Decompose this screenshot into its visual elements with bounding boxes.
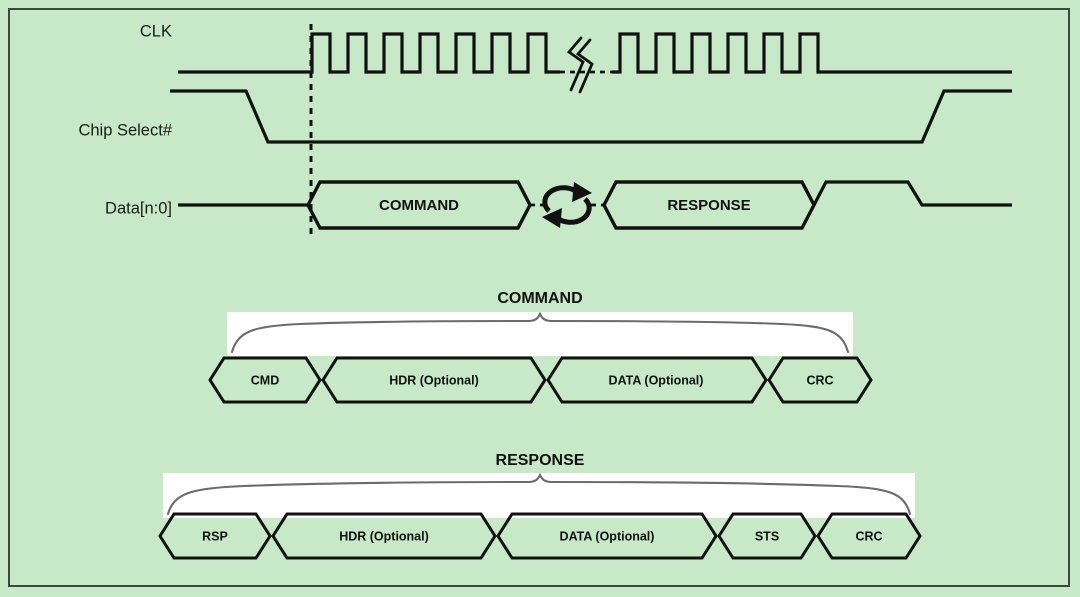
command-segment-crc-label: CRC [806,373,833,387]
response-segment-hdr-label: HDR (Optional) [339,529,429,543]
clk-waveform [178,32,560,74]
response-segment-sts-label: STS [755,529,779,543]
signal-label-data-bus: Data[n:0] [105,199,172,217]
response-segment-data-label: DATA (Optional) [560,529,655,543]
response-bus-label: RESPONSE [667,197,750,214]
signal-label-clk: CLK [140,22,172,40]
clk-break-zigzag-icon [566,36,585,92]
response-group-title: RESPONSE [496,452,585,469]
chip-select-waveform [170,89,1012,144]
diagram-canvas: CLK Chip Select# Data[n:0] COMMAND RESPO… [78,22,1012,560]
command-segment-cmd-label: CMD [251,373,279,387]
command-group-title: COMMAND [497,290,582,307]
command-segment-row: CMD HDR (Optional) DATA (Optional) CRC [208,356,873,404]
signal-label-chip-select: Chip Select# [78,121,172,139]
command-bus-label: COMMAND [379,197,459,214]
command-brace-band [227,312,853,356]
response-segment-crc-label: CRC [855,529,882,543]
response-segment-rsp-label: RSP [202,529,228,543]
response-segment-row: RSP HDR (Optional) DATA (Optional) STS C… [158,512,922,560]
command-segment-data-label: DATA (Optional) [609,373,704,387]
data-trailing-line [812,180,1012,207]
clk-waveform-after-break [612,32,1012,74]
turnaround-exchange-icon [542,182,592,228]
response-brace-band [163,473,915,518]
spi-timing-figure: CLK Chip Select# Data[n:0] COMMAND RESPO… [0,0,1080,597]
command-segment-hdr-label: HDR (Optional) [389,373,479,387]
